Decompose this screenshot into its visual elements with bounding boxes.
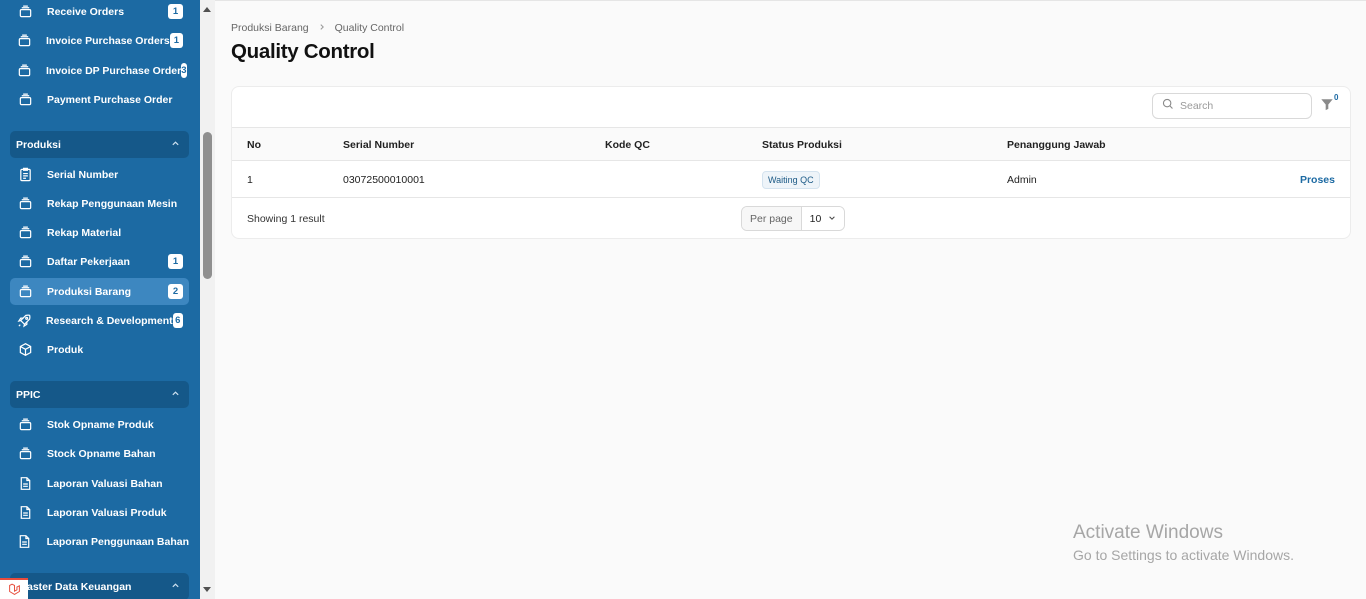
windows-activation-watermark: Activate Windows Go to Settings to activ… [1073,522,1294,563]
breadcrumb: Produksi Barang Quality Control [231,22,404,34]
group-header-master-data-keuangan[interactable]: aster Data Keuangan [10,573,189,599]
sidebar-item-rekap-material[interactable]: Rekap Material [10,219,189,246]
per-page-label: Per page [742,207,802,230]
per-page-select[interactable]: 10 [801,207,845,230]
watermark-subtitle: Go to Settings to activate Windows. [1073,547,1294,563]
stack-icon [17,196,33,212]
column-header-no[interactable]: No [247,128,261,161]
result-count-text: Showing 1 result [247,212,325,225]
column-header-penanggung-jawab[interactable]: Penanggung Jawab [1007,128,1106,161]
scroll-up-arrow-icon[interactable] [203,7,211,12]
stack-icon [17,254,33,270]
table-footer: Showing 1 result Per page 10 [232,198,1350,239]
stack-icon [17,92,33,108]
sidebar-item-laporan-valuasi-produk[interactable]: Laporan Valuasi Produk [10,499,189,526]
sidebar-item-rekap-penggunaan-mesin[interactable]: Rekap Penggunaan Mesin [10,190,189,217]
clipboard-icon [17,167,33,183]
scroll-down-arrow-icon[interactable] [203,587,211,592]
search-box[interactable] [1152,93,1312,119]
breadcrumb-current: Quality Control [334,22,405,34]
proses-link[interactable]: Proses [1300,174,1335,186]
chevron-right-icon [318,23,326,34]
cell-action: Proses [1300,161,1335,198]
breadcrumb-parent-link[interactable]: Produksi Barang [231,22,309,34]
sidebar-item-laporan-valuasi-bahan[interactable]: Laporan Valuasi Bahan [10,470,189,497]
chevron-up-icon [171,139,181,150]
sidebar-item-daftar-pekerjaan[interactable]: Daftar Pekerjaan 1 [10,248,189,275]
table-row: 1 03072500010001 Waiting QC Admin Proses [232,161,1350,198]
sidebar-item-produksi-barang[interactable]: Produksi Barang 2 [10,278,189,305]
scrollbar-thumb[interactable] [203,132,212,279]
sidebar-item-serial-number[interactable]: Serial Number [10,161,189,188]
chevron-down-icon [828,213,836,225]
table-card: 0 No Serial Number Kode QC Status Produk… [231,86,1351,239]
chevron-up-icon [171,581,181,592]
document-icon [17,476,33,492]
laravel-logo-icon[interactable] [0,578,28,599]
sidebar-item-laporan-penggunaan-bahan[interactable]: Laporan Penggunaan Bahan [10,528,189,555]
cell-penanggung-jawab: Admin [1007,173,1037,186]
stack-icon [17,284,33,300]
group-header-ppic[interactable]: PPIC [10,381,189,408]
table-toolbar: 0 [232,87,1350,128]
stack-icon [17,4,33,20]
stack-icon [17,63,32,79]
rocket-icon [17,313,32,329]
group-header-produksi[interactable]: Produksi [10,131,189,158]
stack-icon [17,33,32,49]
cell-no: 1 [247,173,253,186]
column-header-status-produksi[interactable]: Status Produksi [762,128,842,161]
cell-status-produksi: Waiting QC [762,161,820,198]
chevron-up-icon [171,389,181,400]
filter-icon [1320,98,1334,115]
filter-count-badge: 0 [1334,93,1339,102]
count-badge: 6 [172,313,183,328]
sidebar-item-stock-opname-bahan[interactable]: Stock Opname Bahan [10,440,189,467]
cube-icon [17,342,33,358]
sidebar-item-invoice-purchase-orders[interactable]: Invoice Purchase Orders 1 [10,27,189,54]
search-icon [1162,97,1174,115]
status-badge: Waiting QC [762,170,820,189]
sidebar-item-stok-opname-produk[interactable]: Stok Opname Produk [10,411,189,438]
count-badge: 1 [169,33,183,48]
watermark-title: Activate Windows [1073,522,1223,543]
stack-icon [17,225,33,241]
sidebar-scrollbar[interactable] [200,0,215,599]
stack-icon [17,417,33,433]
main-content: Produksi Barang Quality Control Quality … [215,0,1366,599]
table-header: No Serial Number Kode QC Status Produksi… [232,128,1350,161]
per-page-control: Per page 10 [741,206,846,231]
count-badge: 3 [181,63,187,78]
search-input[interactable] [1180,100,1300,112]
column-header-serial-number[interactable]: Serial Number [343,128,414,161]
count-badge: 2 [168,284,183,299]
count-badge: 1 [168,254,183,269]
count-badge: 1 [168,4,183,19]
document-icon [17,534,33,550]
sidebar-item-payment-purchase-order[interactable]: Payment Purchase Order [10,86,189,113]
page-title: Quality Control [231,40,375,63]
column-header-kode-qc[interactable]: Kode QC [605,128,650,161]
sidebar-item-invoice-dp-purchase-order[interactable]: Invoice DP Purchase Order 3 [10,57,189,84]
stack-icon [17,446,33,462]
document-icon [17,505,33,521]
cell-serial-number: 03072500010001 [343,173,425,186]
sidebar-item-produk[interactable]: Produk [10,336,189,363]
sidebar-item-research-development[interactable]: Research & Development 6 [10,307,189,334]
sidebar-item-receive-orders[interactable]: Receive Orders 1 [10,0,189,25]
sidebar: Receive Orders 1 Invoice Purchase Orders… [0,0,200,599]
per-page-value: 10 [809,212,822,225]
